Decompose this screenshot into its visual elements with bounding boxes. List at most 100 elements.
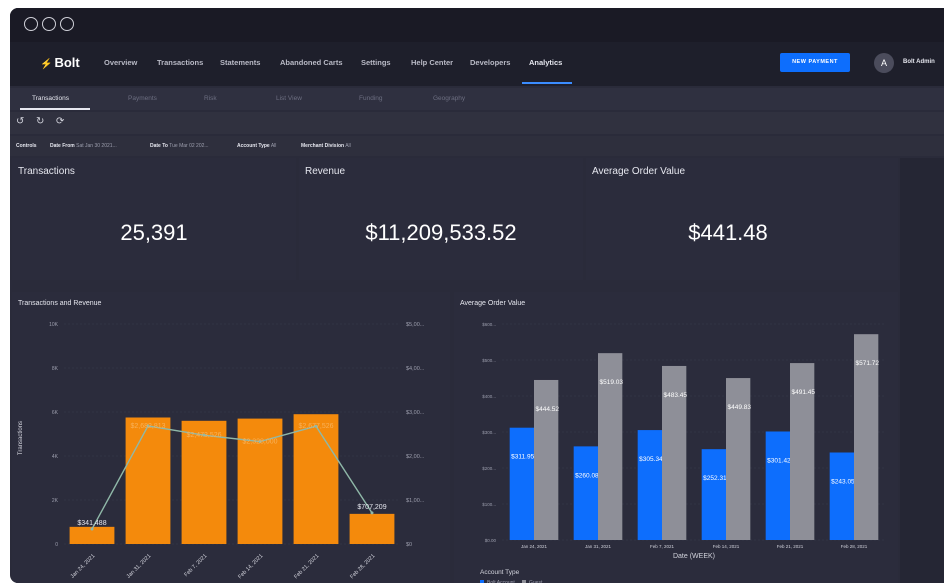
x-tick-label: Feb 21, 2021 (777, 544, 804, 549)
nav-developers[interactable]: Developers (470, 58, 510, 67)
undo-icon[interactable]: ↺ (16, 116, 24, 127)
kpi-value: $11,209,533.52 (365, 220, 517, 245)
revenue-data-label: $2,473,526 (186, 432, 221, 439)
bar-data-label: $491.45 (792, 389, 816, 396)
tab-risk[interactable]: Risk (204, 95, 217, 102)
minimize-window-button[interactable] (42, 17, 56, 31)
y-tick-label: 2K (52, 498, 59, 504)
bar-bolt-account (701, 449, 726, 540)
bar-data-label: $305.34 (639, 456, 663, 463)
controls-bar: Controls Date From Sat Jan 30 2021... Da… (10, 136, 944, 156)
revenue-data-label: $341,488 (77, 520, 106, 527)
bar-bolt-account (573, 446, 598, 540)
title-bar (10, 8, 944, 42)
maximize-window-button[interactable] (60, 17, 74, 31)
y-tick-label: $400... (482, 394, 496, 399)
kpi-value: 25,391 (120, 220, 188, 245)
date-from-filter[interactable]: Date From Sat Jan 30 2021... (50, 143, 117, 149)
bolt-icon: ⚡ (40, 59, 53, 70)
aov-panel: Average Order Value $0.00 $100... $200... $… (454, 292, 898, 583)
y-tick-label: $300... (482, 430, 496, 435)
y-tick-label: 8K (52, 366, 59, 372)
tab-geography[interactable]: Geography (433, 95, 465, 102)
x-tick-label: Feb 28, 2021 (349, 553, 376, 580)
bar-transactions (293, 414, 339, 544)
tab-list-view[interactable]: List View (276, 95, 302, 102)
bar-bolt-account (765, 431, 790, 540)
bar-data-label: $483.45 (664, 392, 688, 399)
chart-title: Transactions and Revenue (18, 300, 102, 307)
bar-data-label: $301.42 (767, 457, 791, 464)
legend-title: Account Type (480, 569, 520, 576)
bar-data-label: $519.03 (600, 379, 624, 386)
bar-guest (534, 379, 559, 540)
avatar[interactable]: A (874, 53, 894, 73)
controls-label: Controls (16, 143, 37, 149)
x-tick-label: Feb 14, 2021 (237, 553, 264, 580)
nav-help-center[interactable]: Help Center (411, 58, 453, 67)
chart-title: Average Order Value (460, 300, 526, 307)
y2-tick-label: $3,00... (406, 410, 425, 416)
bar-data-label: $243.05 (831, 479, 855, 486)
x-tick-label: Jan 24, 2021 (521, 544, 548, 549)
kpi-transactions: Transactions 25,391 (12, 158, 296, 280)
bolt-logo[interactable]: ⚡ Bolt (40, 55, 80, 70)
x-tick-label: Jan 31, 2021 (585, 544, 612, 549)
reset-icon[interactable]: ⟳ (56, 116, 64, 127)
revenue-point (90, 527, 94, 531)
nav-active-indicator (522, 82, 572, 84)
nav-statements[interactable]: Statements (220, 58, 260, 67)
kpi-value: $441.48 (688, 220, 768, 245)
user-name[interactable]: Bolt Admin (903, 59, 935, 65)
analytics-tabs: Transactions Payments Risk List View Fun… (10, 88, 944, 110)
tab-funding[interactable]: Funding (359, 95, 383, 102)
close-window-button[interactable] (24, 17, 38, 31)
revenue-data-label: $2,677,526 (298, 423, 333, 430)
bar-bolt-account (829, 452, 854, 540)
y-tick-label: $500... (482, 358, 496, 363)
bar-data-label: $444.52 (536, 406, 560, 413)
redo-icon[interactable]: ↻ (36, 116, 44, 127)
tab-payments[interactable]: Payments (128, 95, 157, 102)
bar-data-label: $449.83 (728, 404, 752, 411)
x-axis-label: Date (WEEK) (673, 553, 715, 560)
bar-data-label: $311.95 (511, 454, 534, 461)
nav-transactions[interactable]: Transactions (157, 58, 203, 67)
account-type-filter[interactable]: Account Type All (237, 143, 276, 149)
bar-data-label: $571.72 (856, 360, 880, 367)
x-tick-label: Feb 21, 2021 (293, 553, 320, 580)
y-tick-label: 6K (52, 410, 59, 416)
revenue-data-label: $707,209 (357, 504, 386, 511)
x-tick-label: Jan 24, 2021 (70, 553, 97, 580)
y2-tick-label: $4,00... (406, 366, 425, 372)
kpi-average-order-value: Average Order Value $441.48 (586, 158, 898, 280)
nav-analytics[interactable]: Analytics (529, 58, 562, 67)
nav-abandoned-carts[interactable]: Abandoned Carts (280, 58, 343, 67)
y-tick-label: $200... (482, 466, 496, 471)
y2-tick-label: $2,00... (406, 454, 425, 460)
date-to-filter[interactable]: Date To Tue Mar 02 202... (150, 143, 209, 149)
bar-transactions (125, 417, 171, 544)
y-tick-label: $0.00 (485, 538, 497, 543)
x-tick-label: Feb 14, 2021 (713, 544, 740, 549)
y-tick-label: $100... (482, 502, 496, 507)
nav-overview[interactable]: Overview (104, 58, 137, 67)
revenue-data-label: $2,328,000 (242, 439, 277, 446)
top-nav: ⚡ Bolt Overview Transactions Statements A… (10, 42, 944, 86)
nav-settings[interactable]: Settings (361, 58, 391, 67)
merchant-division-filter[interactable]: Merchant Division All (301, 143, 351, 149)
app-window: ⚡ Bolt Overview Transactions Statements A… (10, 8, 944, 583)
new-payment-button[interactable]: NEW PAYMENT (780, 53, 850, 72)
transactions-revenue-panel: Transactions and Revenue 0 2K 4K 6K 8K 10K $0 $… (12, 292, 450, 583)
x-tick-label: Feb 7, 2021 (183, 553, 208, 578)
kpi-title: Revenue (305, 166, 346, 177)
y-tick-label: 10K (49, 322, 59, 328)
bar-transactions (181, 420, 227, 544)
revenue-data-label: $2,682,813 (130, 423, 165, 430)
kpi-title: Average Order Value (592, 166, 686, 177)
y-tick-label: 0 (55, 542, 58, 548)
tab-transactions[interactable]: Transactions (32, 95, 69, 102)
y-axis-label: Transactions (18, 421, 24, 455)
revenue-point (370, 511, 374, 515)
y-tick-label: $600... (482, 322, 496, 327)
